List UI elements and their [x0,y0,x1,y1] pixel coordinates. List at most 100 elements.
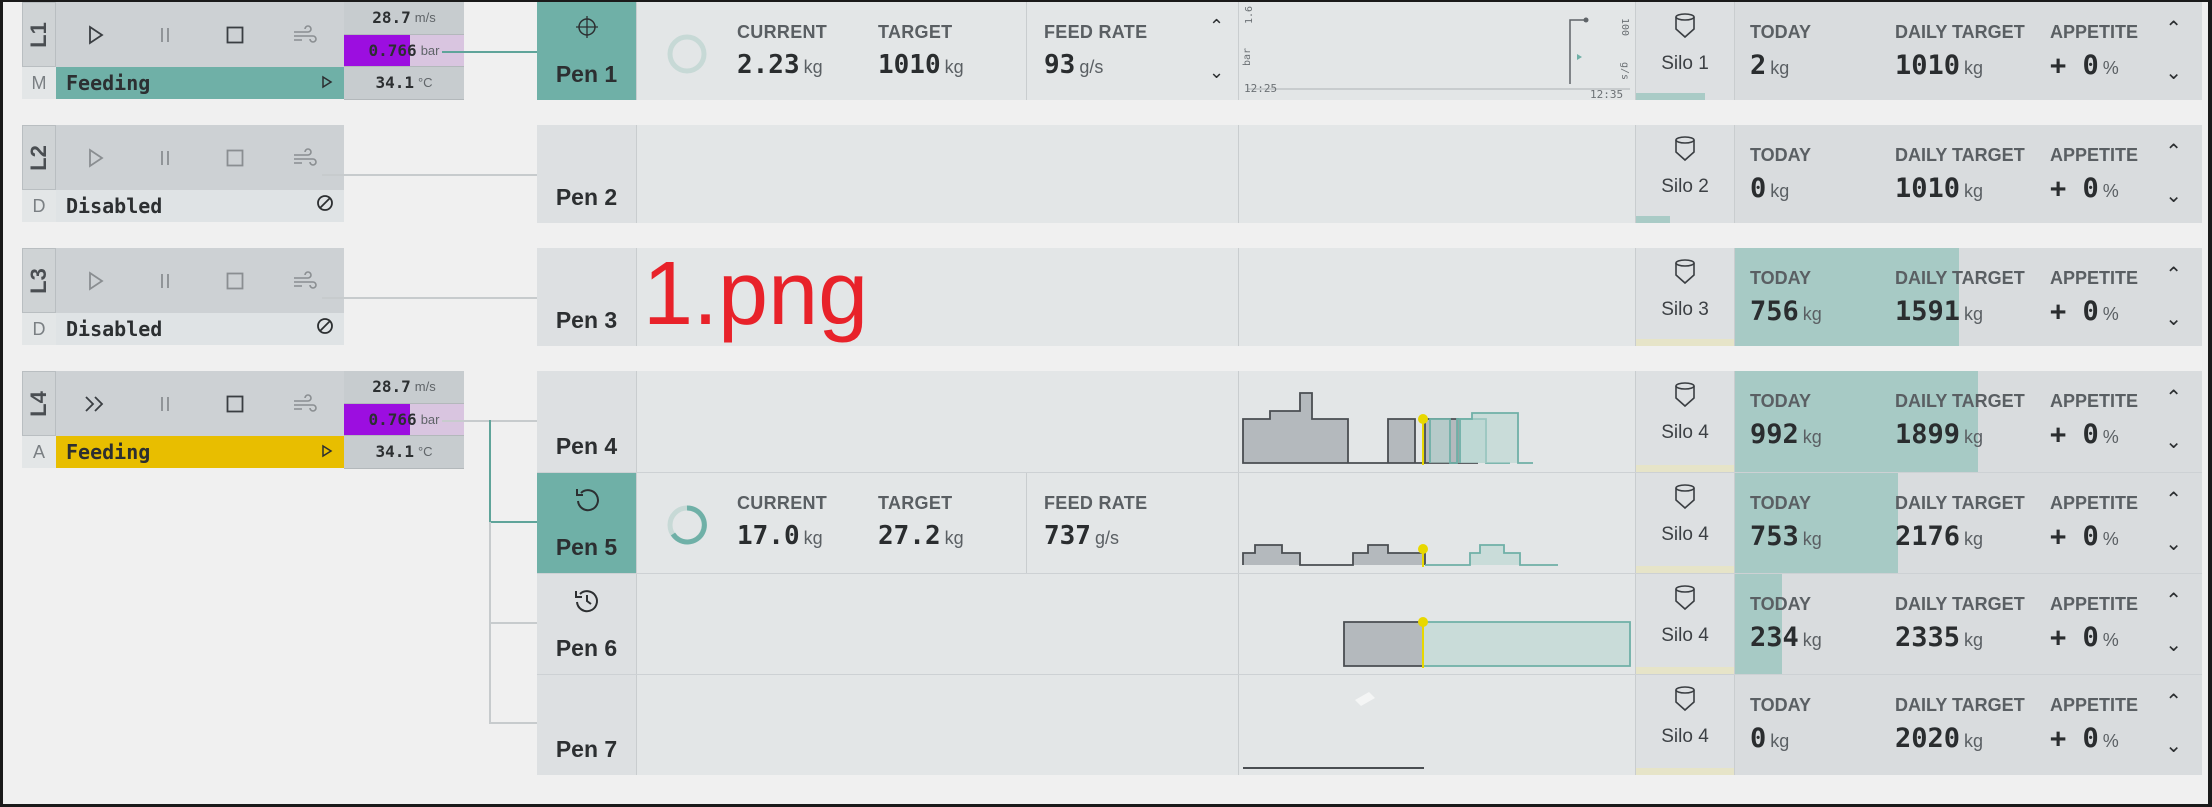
svg-text:bar: bar [1242,48,1253,66]
daily-target-group: DAILY TARGET 1010 kg [1895,22,2025,81]
silo-icon [1672,685,1698,718]
today-group: TODAY 0 kg [1750,695,1812,754]
silo-icon [1672,483,1698,516]
chevron-down-icon[interactable]: ⌄ [2165,531,2182,556]
svg-text:1.6: 1.6 [1244,6,1255,24]
silo-icon [1672,135,1698,168]
appetite-group: APPETITE + 0% [2050,22,2139,81]
chevron-down-icon[interactable]: ⌄ [2165,429,2182,454]
chevron-up-icon[interactable]: ⌃ [2165,262,2182,287]
silo-cell[interactable]: Silo 4 [1635,574,1735,674]
line-status[interactable]: Disabled [56,313,344,345]
play-icon[interactable] [74,137,116,179]
line-status-label: Disabled [66,317,163,341]
line-status[interactable]: Feeding [56,67,344,99]
today-group: TODAY 756 kg [1750,268,1822,327]
chevron-down-icon[interactable]: ⌄ [2165,632,2182,657]
daily-target-group: DAILY TARGET 2176 kg [1895,493,2025,552]
svg-text:12:35: 12:35 [1590,88,1623,100]
line-status-label: Feeding [66,440,151,464]
silo-name: Silo 3 [1661,299,1709,320]
silo-cell[interactable]: Silo 4 [1635,473,1735,573]
line-mode: A [22,436,56,468]
line-status[interactable]: Disabled [56,190,344,222]
target-group: TARGET 1010 kg [878,22,964,80]
chevron-down-icon[interactable]: ⌄ [2165,306,2182,331]
history-icon[interactable] [572,586,602,621]
pen-label[interactable]: Pen 1 [537,2,637,100]
today-group: TODAY 992 kg [1750,391,1822,450]
blower-icon[interactable] [284,137,326,179]
silo-icon [1672,258,1698,291]
pause-icon[interactable] [144,14,186,56]
chevron-down-icon[interactable]: ⌄ [2165,733,2182,758]
pen-label[interactable]: Pen 2 [537,125,637,223]
pen-row: Pen 4 Silo 4 TODAY 992 kg DAILY TARGET 1899… [537,371,2202,472]
silo-cell[interactable]: Silo 4 [1635,675,1735,775]
disabled-icon [316,194,334,218]
pen-chart [1242,544,1558,567]
line-status-label: Disabled [66,194,163,218]
connector-line [489,622,537,624]
appetite-group: APPETITE + 0% [2050,493,2139,552]
daily-summary: TODAY 0 kg DAILY TARGET 2020 kg APPETITE + 0%… [1735,675,2202,775]
stop-icon[interactable] [214,383,256,425]
pen-row: Pen 7 Silo 4 TODAY 0 kg DAILY TARGET 2020 kg… [537,674,2202,775]
pen-label[interactable]: Pen 6 [537,574,637,674]
appetite-group: APPETITE + 0% [2050,391,2139,450]
blower-icon[interactable] [284,383,326,425]
play-icon[interactable] [74,14,116,56]
chevron-down-icon[interactable]: ⌄ [2165,60,2182,85]
stop-icon[interactable] [214,14,256,56]
connector-line [489,521,537,523]
line-status[interactable]: Feeding [56,436,344,468]
stop-icon[interactable] [214,137,256,179]
chevron-up-icon[interactable]: ⌃ [2165,588,2182,613]
fast-forward-icon[interactable] [74,383,116,425]
pen-label[interactable]: Pen 3 [537,248,637,346]
daily-summary: TODAY 753 kg DAILY TARGET 2176 kg APPETITE + … [1735,473,2202,573]
chevron-up-icon[interactable]: ⌃ [1209,16,1224,37]
blower-icon[interactable] [284,14,326,56]
wind-speed-readout: 28.7 m/s [344,2,464,35]
chevron-down-icon[interactable]: ⌄ [2165,183,2182,208]
pen-label[interactable]: Pen 4 [537,371,637,472]
pen-row: Pen 6 Silo 4 TODAY 234 kg DAILY TARGET 2335… [537,573,2202,674]
today-group: TODAY 0 kg [1750,145,1812,204]
silo-cell[interactable]: Silo 2 [1635,125,1735,223]
chevron-down-icon[interactable]: ⌄ [1209,62,1224,83]
silo-cell[interactable]: Silo 3 [1635,248,1735,346]
chevron-up-icon[interactable]: ⌃ [2165,487,2182,512]
silo-cell[interactable]: Silo 1 [1635,2,1735,100]
pen-chart [1243,692,1424,769]
stop-icon[interactable] [214,260,256,302]
chevron-up-icon[interactable]: ⌃ [2165,16,2182,41]
line-controls [56,248,344,313]
line-mode: M [22,67,56,99]
line-controls [56,125,344,190]
play-icon[interactable] [74,260,116,302]
chevron-up-icon[interactable]: ⌃ [2165,139,2182,164]
pause-icon[interactable] [144,383,186,425]
pause-icon[interactable] [144,260,186,302]
appetite-group: APPETITE + 0% [2050,145,2139,204]
pen-label[interactable]: Pen 7 [537,675,637,775]
chevron-up-icon[interactable]: ⌃ [2165,385,2182,410]
pen-label[interactable]: Pen 5 [537,473,637,573]
pause-icon[interactable] [144,137,186,179]
play-small-icon [320,441,334,464]
svg-text:12:25: 12:25 [1244,82,1277,95]
blower-icon[interactable] [284,260,326,302]
daily-target-group: DAILY TARGET 2020 kg [1895,695,2025,754]
today-group: TODAY 2 kg [1750,22,1812,81]
restart-icon[interactable] [572,485,602,520]
pen-chart: 12:25 12:35 bar 1.6 g/s 100 [1242,6,1630,100]
line-mode: D [22,190,56,222]
svg-text:100: 100 [1619,18,1630,36]
today-group: TODAY 234 kg [1750,594,1822,653]
silo-name: Silo 2 [1661,176,1709,197]
disabled-icon [316,317,334,341]
silo-cell[interactable]: Silo 4 [1635,371,1735,472]
chevron-up-icon[interactable]: ⌃ [2165,689,2182,714]
feeding-info: CURRENT 17.0 kg TARGET 27.2 kg FEED RATE 737 g… [637,473,1239,573]
